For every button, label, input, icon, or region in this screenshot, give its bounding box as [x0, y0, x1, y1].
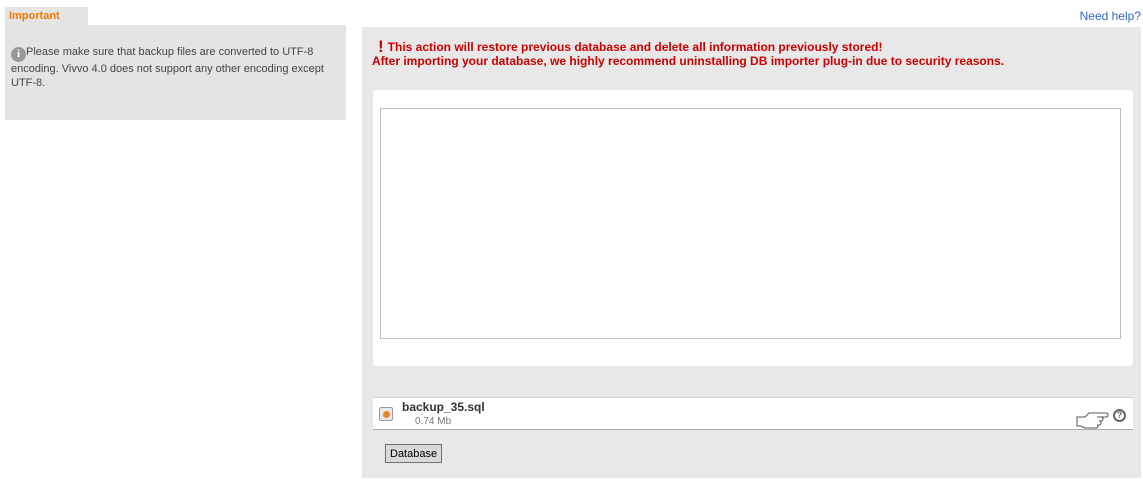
info-icon: i: [11, 47, 26, 62]
hand-pointer-icon: [1076, 412, 1109, 429]
need-help-link[interactable]: Need help?: [1080, 9, 1141, 23]
tab-important[interactable]: Important: [5, 7, 88, 25]
import-log-textarea[interactable]: [380, 108, 1121, 339]
file-row[interactable]: backup_35.sql 0.74 Mb ?: [373, 397, 1133, 430]
file-name[interactable]: backup_35.sql: [402, 400, 485, 414]
database-button[interactable]: Database: [385, 444, 443, 463]
important-message: Please make sure that backup files are c…: [11, 46, 324, 89]
warning-line-1: This action will restore previous databa…: [387, 40, 883, 54]
sql-file-icon: [379, 407, 393, 421]
warning-message: ! This action will restore previous datab…: [372, 38, 1132, 69]
important-info-box: i Please make sure that backup files are …: [5, 25, 346, 120]
warning-line-2: After importing your database, we highly…: [372, 54, 1005, 68]
file-size: 0.74 Mb: [415, 416, 452, 427]
question-icon[interactable]: ?: [1113, 409, 1126, 422]
